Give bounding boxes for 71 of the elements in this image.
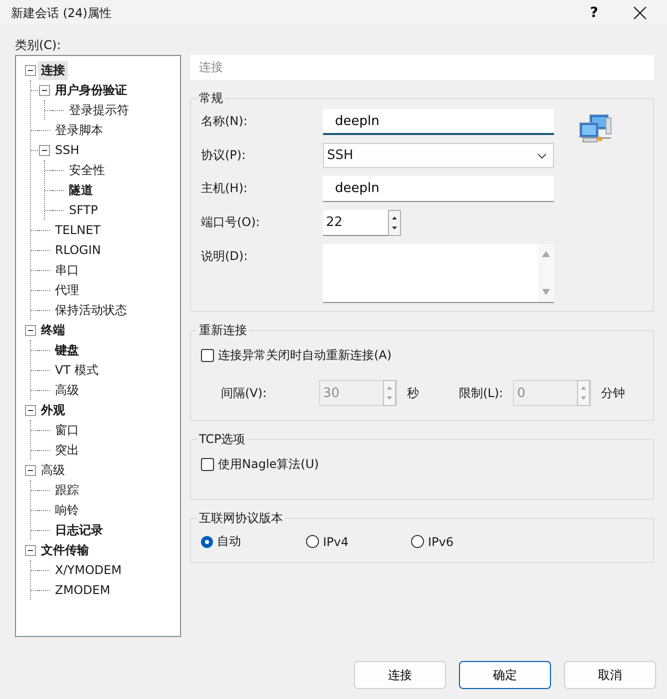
tree-item[interactable]: 用户身份验证 — [52, 80, 130, 100]
text-field[interactable]: deepln — [323, 176, 554, 202]
group-title: TCP选项 — [198, 431, 246, 448]
close-icon — [633, 6, 647, 20]
collapse-icon[interactable] — [24, 464, 36, 476]
checkbox-label[interactable]: 连接异常关闭时自动重新连接(A) — [218, 347, 392, 364]
group-title: 重新连接 — [198, 322, 248, 339]
radio-label[interactable]: 自动 — [217, 533, 241, 550]
tree-item[interactable]: 安全性 — [66, 160, 108, 180]
tree-item[interactable]: 登录脚本 — [52, 120, 106, 140]
tree-item[interactable]: VT 模式 — [52, 360, 102, 380]
page-header: 连接 — [190, 55, 654, 80]
collapse-icon[interactable] — [24, 324, 36, 336]
field-label: 说明(D): — [201, 248, 249, 265]
radio-button[interactable] — [201, 536, 213, 548]
field-label: 主机(H): — [201, 180, 248, 197]
text-field[interactable]: deepln — [323, 109, 554, 135]
tree-item[interactable]: 高级 — [52, 380, 82, 400]
dialog-button[interactable]: 连接 — [354, 661, 446, 689]
tree-item[interactable]: 连接 — [38, 60, 68, 80]
tree-item[interactable]: TELNET — [52, 222, 104, 238]
dialog-button[interactable]: 取消 — [564, 661, 656, 689]
tree-item[interactable]: 高级 — [38, 460, 68, 480]
tree-item[interactable]: 键盘 — [52, 340, 82, 360]
tree-item[interactable]: 串口 — [52, 260, 82, 280]
help-button[interactable]: ? — [571, 0, 617, 26]
unit-label: 秒 — [407, 384, 419, 402]
tree-item[interactable]: 文件传输 — [38, 540, 92, 560]
checkbox[interactable] — [201, 349, 214, 362]
tree-item[interactable]: 登录提示符 — [66, 100, 132, 120]
tree-item[interactable]: X/YMODEM — [52, 562, 125, 578]
tree-item[interactable]: 响铃 — [52, 500, 82, 520]
dialog-button[interactable]: 确定 — [459, 661, 551, 689]
tree-item[interactable]: 窗口 — [52, 420, 82, 440]
field-label: 名称(N): — [201, 113, 248, 130]
port-spinbox[interactable]: 22 — [323, 210, 401, 236]
tree-item[interactable]: 跟踪 — [52, 480, 82, 500]
tree-item[interactable]: 代理 — [52, 280, 82, 300]
collapse-icon[interactable] — [24, 64, 36, 76]
tree-item[interactable]: ZMODEM — [52, 582, 114, 598]
collapse-icon[interactable] — [24, 544, 36, 556]
tree-item[interactable]: SSH — [52, 142, 82, 158]
field-label: 限制(L): — [459, 384, 504, 402]
tree-item[interactable]: 保持活动状态 — [52, 300, 130, 320]
tree-item[interactable]: 外观 — [38, 400, 68, 420]
window-title: 新建会话 (24)属性 — [11, 4, 112, 22]
checkbox-label[interactable]: 使用Nagle算法(U) — [218, 456, 319, 473]
tree-item[interactable]: 终端 — [38, 320, 68, 340]
field-label: 间隔(V): — [221, 384, 268, 402]
tree-item[interactable]: 突出 — [52, 440, 82, 460]
radio-label[interactable]: IPv4 — [323, 534, 349, 548]
radio-button[interactable] — [306, 535, 319, 548]
description-field[interactable] — [323, 244, 554, 303]
radio-button[interactable] — [411, 535, 424, 548]
tree-item[interactable]: RLOGIN — [52, 242, 104, 258]
tree-item[interactable]: 日志记录 — [52, 520, 106, 540]
tree-item[interactable]: SFTP — [66, 202, 101, 218]
radio-label[interactable]: IPv6 — [428, 534, 454, 548]
chevron-down-icon — [537, 152, 547, 158]
tree-item[interactable]: 隧道 — [66, 180, 96, 200]
field-label: 端口号(O): — [201, 214, 261, 231]
checkbox[interactable] — [201, 458, 214, 471]
collapse-icon[interactable] — [38, 144, 50, 156]
collapse-icon[interactable] — [38, 84, 50, 96]
protocol-dropdown[interactable]: SSH — [323, 143, 554, 168]
unit-label: 分钟 — [601, 384, 626, 402]
group-title: 常规 — [198, 90, 224, 107]
category-label: 类别(C): — [15, 37, 62, 54]
field-label: 协议(P): — [201, 147, 247, 164]
collapse-icon[interactable] — [24, 404, 36, 416]
group-title: 互联网协议版本 — [198, 510, 284, 527]
